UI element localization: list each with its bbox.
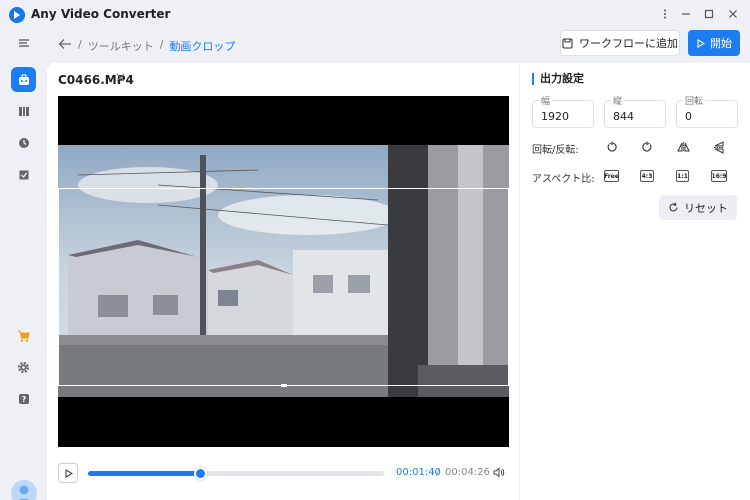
reset-button[interactable]: リセット xyxy=(659,195,737,220)
play-icon xyxy=(64,468,73,478)
avatar[interactable] xyxy=(11,480,37,500)
task-icon xyxy=(19,170,28,179)
breadcrumb-toolkit[interactable]: ツールキット xyxy=(88,38,154,54)
aspect-4-3-button[interactable]: 4:3 xyxy=(640,170,654,182)
output-settings-panel: 出力設定 幅 1920 縦 844 回転 0 回転/反転: アスペクト比: Fr… xyxy=(520,63,750,500)
progress-fill xyxy=(88,471,201,476)
breadcrumb-separator: / xyxy=(159,38,164,51)
rotation-value: 0 xyxy=(685,110,692,123)
minimize-icon[interactable] xyxy=(676,5,696,23)
start-button[interactable]: 開始 xyxy=(688,30,740,56)
sidebar: ? xyxy=(0,30,46,500)
rotate-flip-label: 回転/反転: xyxy=(532,145,579,156)
play-icon xyxy=(697,38,705,48)
sidebar-item-help[interactable]: ? xyxy=(11,386,36,411)
help-icon: ? xyxy=(18,393,29,404)
start-label: 開始 xyxy=(710,37,732,50)
workflow-icon xyxy=(562,37,573,49)
app-logo-icon xyxy=(9,7,25,23)
width-value: 1920 xyxy=(541,110,569,123)
preview-panel: C0466.MP4 00:01:40 / 00:04:26 xyxy=(47,63,519,500)
total-time: 00:04:26 xyxy=(445,467,490,478)
flip-horizontal-icon[interactable] xyxy=(674,139,692,155)
crop-handle-bottom[interactable] xyxy=(281,384,287,387)
time-separator: / xyxy=(436,467,440,478)
sidebar-item-history[interactable] xyxy=(11,130,36,155)
width-label: 幅 xyxy=(539,94,553,107)
maximize-icon[interactable] xyxy=(699,5,719,23)
volume-icon[interactable] xyxy=(493,467,505,481)
aspect-ratio-label: アスペクト比: xyxy=(532,174,595,185)
gear-icon xyxy=(17,361,30,374)
crop-area[interactable] xyxy=(58,188,509,387)
add-to-workflow-button[interactable]: ワークフローに追加 xyxy=(560,30,680,56)
title-bar: Any Video Converter xyxy=(0,0,750,30)
cart-icon xyxy=(18,330,30,342)
user-icon xyxy=(18,485,30,500)
breadcrumb-video-crop: 動画クロップ xyxy=(169,40,236,53)
sidebar-item-library[interactable] xyxy=(11,98,36,123)
play-button[interactable] xyxy=(58,463,78,483)
app-title: Any Video Converter xyxy=(31,7,171,21)
back-icon[interactable] xyxy=(58,36,72,54)
height-field[interactable]: 縦 844 xyxy=(604,94,666,128)
aspect-free-button[interactable]: Free xyxy=(604,170,619,182)
width-field[interactable]: 幅 1920 xyxy=(532,94,594,128)
height-label: 縦 xyxy=(611,94,625,107)
sidebar-item-toolkit[interactable] xyxy=(11,67,36,92)
progress-bar[interactable] xyxy=(88,467,384,480)
svg-text:?: ? xyxy=(21,395,26,404)
sidebar-toggle-icon[interactable] xyxy=(11,30,36,55)
toolbox-icon xyxy=(18,73,29,85)
close-icon[interactable] xyxy=(723,5,743,23)
progress-thumb[interactable] xyxy=(194,467,208,480)
reset-icon xyxy=(669,202,678,212)
rotate-left-icon[interactable] xyxy=(603,139,621,155)
current-time: 00:01:40 xyxy=(396,467,441,478)
rotation-field[interactable]: 回転 0 xyxy=(676,94,738,128)
breadcrumb: / ツールキット / 動画クロップ xyxy=(78,38,235,54)
close-file-icon[interactable] xyxy=(116,71,125,86)
aspect-16-9-button[interactable]: 16:9 xyxy=(711,170,727,182)
aspect-1-1-button[interactable]: 1:1 xyxy=(676,170,689,182)
sidebar-item-tasks[interactable] xyxy=(11,162,36,187)
height-value: 844 xyxy=(613,110,634,123)
video-preview[interactable] xyxy=(58,96,509,447)
menu-icon[interactable] xyxy=(655,5,675,23)
rotate-right-icon[interactable] xyxy=(638,139,656,155)
library-icon xyxy=(18,106,29,116)
flip-vertical-icon[interactable] xyxy=(710,139,728,155)
rotation-label: 回転 xyxy=(683,94,706,107)
output-settings-title: 出力設定 xyxy=(532,73,584,85)
add-to-workflow-label: ワークフローに追加 xyxy=(579,37,678,50)
clock-icon xyxy=(18,137,29,148)
sidebar-item-settings[interactable] xyxy=(11,355,36,380)
sidebar-item-store[interactable] xyxy=(11,323,36,348)
breadcrumb-separator: / xyxy=(78,38,82,51)
reset-label: リセット xyxy=(684,201,728,215)
